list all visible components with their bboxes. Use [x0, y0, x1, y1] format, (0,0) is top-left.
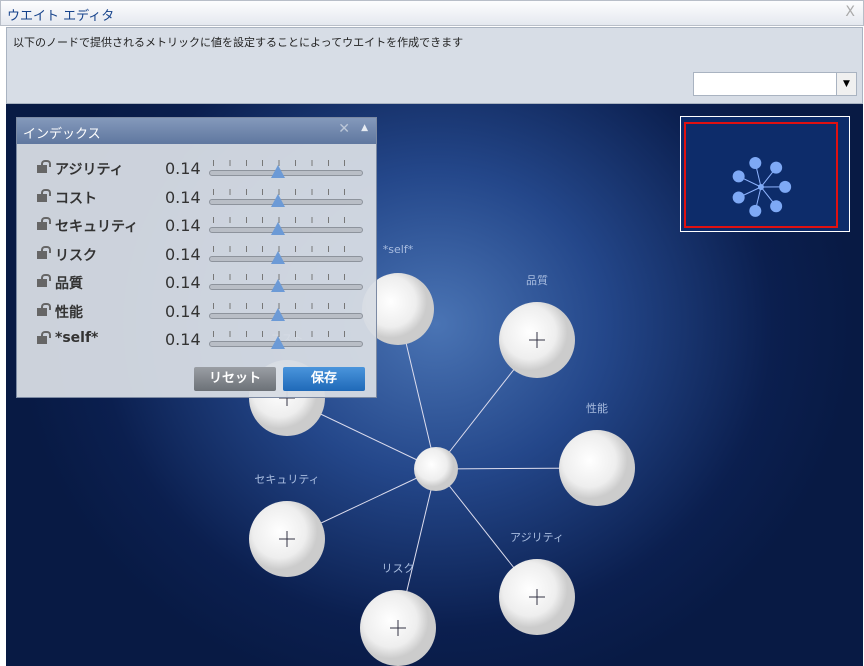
window-title: ウエイト エディタ [7, 9, 115, 24]
chevron-down-icon[interactable]: ▼ [836, 73, 856, 95]
slider-thumb[interactable] [271, 336, 286, 349]
panel-header: インデックス ✕ ▲ [17, 118, 376, 144]
metric-slider[interactable] [209, 301, 363, 323]
collapse-icon[interactable]: ▲ [361, 123, 368, 133]
node-label: リスク [381, 562, 415, 575]
description: 以下のノードで提供されるメトリックに値を設定することによってウエイトを作成できま… [13, 36, 464, 49]
metric-row: *self* 0.14 [35, 329, 365, 351]
slider-thumb[interactable] [271, 222, 286, 235]
metric-value: 0.14 [165, 216, 201, 235]
graph-node[interactable] [559, 430, 635, 506]
metric-value: 0.14 [165, 330, 201, 349]
window-titlebar: ウエイト エディタ X [0, 0, 864, 26]
metric-name: *self* [55, 330, 99, 346]
metric-row: 品質 0.14 [35, 272, 365, 294]
minimap[interactable] [680, 116, 850, 232]
slider-thumb[interactable] [271, 279, 286, 292]
center-node[interactable] [414, 447, 458, 491]
node-label: アジリティ [510, 531, 564, 544]
slider-thumb[interactable] [271, 193, 286, 207]
minimap-viewport[interactable] [684, 122, 838, 228]
index-panel: インデックス ✕ ▲ アジリティ 0.14 コスト 0.14 セキュリティ 0.… [16, 117, 377, 398]
slider-thumb[interactable] [271, 250, 286, 264]
metric-row: コスト 0.14 [35, 187, 365, 209]
weight-select[interactable]: ▼ [693, 72, 857, 96]
metric-value: 0.14 [165, 273, 201, 292]
metric-slider[interactable] [209, 158, 363, 180]
node-label: 性能 [586, 402, 608, 415]
metric-name: リスク [55, 247, 97, 264]
close-icon[interactable]: ✕ [338, 121, 350, 137]
node-label: セキュリティ [254, 473, 320, 486]
metric-value: 0.14 [165, 301, 201, 321]
metric-slider[interactable] [209, 272, 363, 294]
metric-name: 品質 [55, 276, 83, 292]
metric-value: 0.14 [165, 187, 201, 207]
metric-row: 性能 0.14 [35, 301, 365, 323]
metric-name: 性能 [55, 304, 83, 321]
unlock-icon[interactable] [37, 245, 51, 259]
metric-row: リスク 0.14 [35, 244, 365, 266]
unlock-icon[interactable] [37, 188, 51, 202]
header-panel: 以下のノードで提供されるメトリックに値を設定することによってウエイトを作成できま… [6, 27, 863, 104]
metric-name: コスト [55, 190, 97, 207]
metric-value: 0.14 [165, 244, 201, 264]
metric-slider[interactable] [209, 329, 363, 351]
unlock-icon[interactable] [37, 160, 51, 173]
node-label: *self* [382, 243, 414, 256]
unlock-icon[interactable] [37, 331, 51, 344]
save-button[interactable]: 保存 [283, 367, 365, 391]
slider-thumb[interactable] [271, 307, 286, 321]
metric-slider[interactable] [209, 215, 363, 237]
panel-title: インデックス [23, 127, 101, 142]
unlock-icon[interactable] [37, 302, 51, 316]
unlock-icon[interactable] [37, 274, 51, 287]
slider-thumb[interactable] [271, 165, 286, 178]
unlock-icon[interactable] [37, 217, 51, 230]
reset-button[interactable]: リセット [194, 367, 276, 391]
metric-slider[interactable] [209, 244, 363, 266]
metric-name: アジリティ [55, 162, 124, 178]
metric-row: セキュリティ 0.14 [35, 215, 365, 237]
metric-row: アジリティ 0.14 [35, 158, 365, 180]
metric-value: 0.14 [165, 159, 201, 178]
close-icon[interactable]: X [845, 4, 855, 20]
metric-slider[interactable] [209, 187, 363, 209]
metric-name: セキュリティ [55, 219, 139, 235]
node-label: 品質 [526, 274, 548, 287]
